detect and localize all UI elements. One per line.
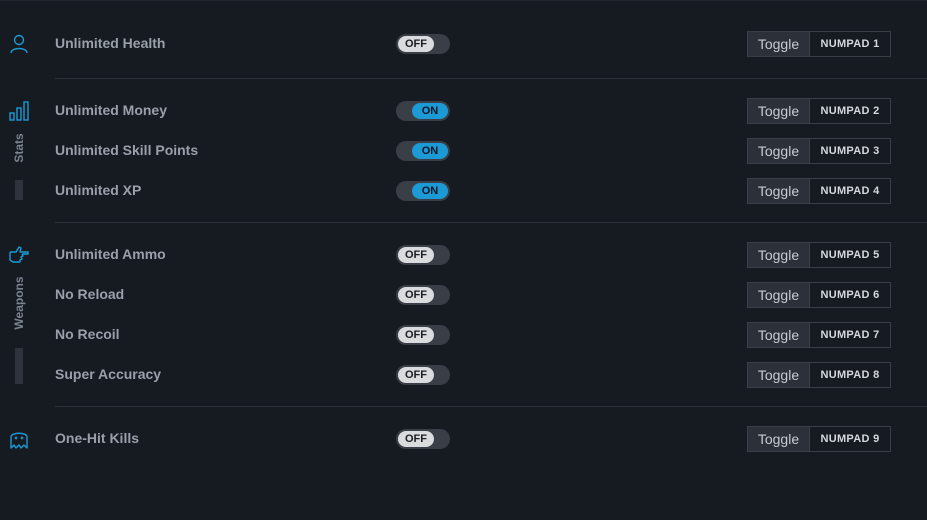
toggle-button[interactable]: Toggle — [748, 32, 809, 56]
hotkey-group: Toggle NUMPAD 5 — [747, 242, 891, 268]
toggle-button[interactable]: Toggle — [748, 427, 809, 451]
toggle-state: ON — [412, 143, 448, 159]
cheat-label: No Reload — [55, 286, 125, 302]
cheat-label: One-Hit Kills — [55, 430, 140, 446]
cheat-label: Unlimited Money — [55, 102, 168, 118]
hotkey-binding[interactable]: NUMPAD 3 — [809, 139, 890, 163]
toggle-button[interactable]: Toggle — [748, 243, 809, 267]
hotkey-group: Toggle NUMPAD 3 — [747, 138, 891, 164]
cheat-toggle-switch[interactable]: OFF — [396, 245, 450, 265]
cheat-toggle-switch[interactable]: OFF — [396, 325, 450, 345]
hotkey-binding[interactable]: NUMPAD 1 — [809, 32, 890, 56]
hotkey-binding[interactable]: NUMPAD 9 — [809, 427, 890, 451]
section-divider — [55, 406, 927, 407]
hotkey-binding[interactable]: NUMPAD 2 — [809, 99, 890, 123]
toggle-state: OFF — [398, 367, 434, 383]
cheat-label: Unlimited XP — [55, 182, 142, 198]
top-divider — [0, 0, 927, 1]
cheat-row: Unlimited Money ON Toggle NUMPAD 2 — [0, 98, 927, 124]
section-divider — [55, 78, 927, 79]
toggle-state: ON — [412, 103, 448, 119]
toggle-state: OFF — [398, 431, 434, 447]
hotkey-group: Toggle NUMPAD 8 — [747, 362, 891, 388]
hotkey-group: Toggle NUMPAD 9 — [747, 426, 891, 452]
cheat-label: Unlimited Skill Points — [55, 142, 199, 158]
cheat-row: Unlimited XP ON Toggle NUMPAD 4 — [0, 178, 927, 204]
toggle-state: OFF — [398, 327, 434, 343]
toggle-button[interactable]: Toggle — [748, 323, 809, 347]
cheat-label: Super Accuracy — [55, 366, 162, 382]
hotkey-group: Toggle NUMPAD 1 — [747, 31, 891, 57]
hotkey-group: Toggle NUMPAD 4 — [747, 178, 891, 204]
toggle-state: OFF — [398, 36, 434, 52]
hotkey-group: Toggle NUMPAD 2 — [747, 98, 891, 124]
hotkey-group: Toggle NUMPAD 7 — [747, 322, 891, 348]
cheat-row: No Recoil OFF Toggle NUMPAD 7 — [0, 322, 927, 348]
cheat-toggle-switch[interactable]: ON — [396, 181, 450, 201]
cheat-row: Unlimited Ammo OFF Toggle NUMPAD 5 — [0, 242, 927, 268]
cheat-toggle-switch[interactable]: OFF — [396, 429, 450, 449]
hotkey-binding[interactable]: NUMPAD 5 — [809, 243, 890, 267]
cheat-row: One-Hit Kills OFF Toggle NUMPAD 9 — [0, 426, 927, 452]
toggle-state: OFF — [398, 287, 434, 303]
cheat-toggle-switch[interactable]: ON — [396, 101, 450, 121]
cheat-toggle-switch[interactable]: OFF — [396, 285, 450, 305]
hotkey-binding[interactable]: NUMPAD 7 — [809, 323, 890, 347]
hotkey-binding[interactable]: NUMPAD 4 — [809, 179, 890, 203]
hotkey-binding[interactable]: NUMPAD 8 — [809, 363, 890, 387]
toggle-button[interactable]: Toggle — [748, 283, 809, 307]
section-divider — [55, 222, 927, 223]
toggle-button[interactable]: Toggle — [748, 363, 809, 387]
cheat-row: Unlimited Skill Points ON Toggle NUMPAD … — [0, 138, 927, 164]
cheat-label: No Recoil — [55, 326, 120, 342]
cheat-row: Unlimited Health OFF Toggle NUMPAD 1 — [0, 31, 927, 57]
cheat-toggle-switch[interactable]: OFF — [396, 365, 450, 385]
hotkey-binding[interactable]: NUMPAD 6 — [809, 283, 890, 307]
cheat-row: No Reload OFF Toggle NUMPAD 6 — [0, 282, 927, 308]
toggle-button[interactable]: Toggle — [748, 179, 809, 203]
toggle-state: OFF — [398, 247, 434, 263]
cheat-row: Super Accuracy OFF Toggle NUMPAD 8 — [0, 362, 927, 388]
cheat-toggle-switch[interactable]: ON — [396, 141, 450, 161]
toggle-state: ON — [412, 183, 448, 199]
toggle-button[interactable]: Toggle — [748, 139, 809, 163]
cheat-label: Unlimited Health — [55, 35, 166, 51]
cheat-toggle-switch[interactable]: OFF — [396, 34, 450, 54]
cheat-label: Unlimited Ammo — [55, 246, 166, 262]
toggle-button[interactable]: Toggle — [748, 99, 809, 123]
hotkey-group: Toggle NUMPAD 6 — [747, 282, 891, 308]
